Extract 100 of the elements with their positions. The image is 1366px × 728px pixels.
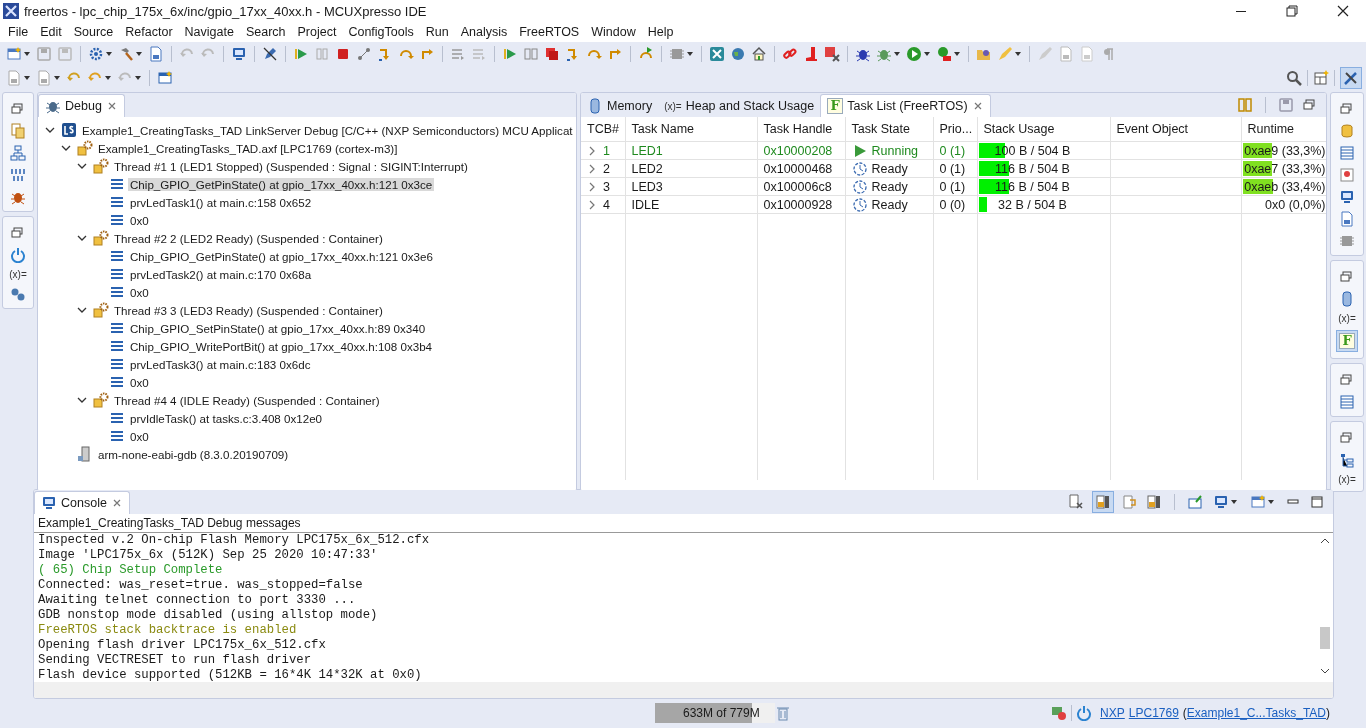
stop-icon[interactable] xyxy=(335,46,351,62)
monitor-icon[interactable] xyxy=(1339,189,1355,205)
expand-icon[interactable] xyxy=(587,180,597,193)
menu-item[interactable]: Project xyxy=(291,25,343,39)
run-tool-icon[interactable] xyxy=(936,46,952,62)
restore-icon[interactable] xyxy=(1339,269,1355,285)
menu-item[interactable]: Source xyxy=(67,25,120,39)
save-icon[interactable] xyxy=(1278,97,1294,113)
power-icon[interactable] xyxy=(1076,705,1093,721)
tree-item[interactable]: Chip_GPIO_WritePortBit() at gpio_17xx_40xx.h:108 0x3b4 xyxy=(128,339,435,353)
caret-icon[interactable] xyxy=(953,50,961,58)
menu-item[interactable]: Run xyxy=(419,25,455,39)
files-icon[interactable] xyxy=(10,123,26,139)
resume-icon[interactable] xyxy=(293,46,309,62)
word-wrap-icon[interactable] xyxy=(1122,494,1138,510)
edit-window-icon[interactable] xyxy=(157,70,173,86)
variables-icon[interactable]: (x)= xyxy=(1338,313,1356,324)
console-tab[interactable]: Console xyxy=(34,491,130,514)
x-logo-icon[interactable] xyxy=(709,46,725,62)
tree-item[interactable]: Example1_CreatingTasks_TAD LinkServer Debug [C/C++ (NXP Semiconductors) MCU Applicat xyxy=(80,123,575,137)
menu-item[interactable]: File xyxy=(2,25,35,39)
task-list-icon[interactable]: F xyxy=(1339,333,1355,349)
caret-icon[interactable] xyxy=(923,50,931,58)
horizontal-scrollbar[interactable] xyxy=(34,682,1333,698)
cylinder-icon[interactable] xyxy=(1339,123,1355,139)
column-header[interactable]: Stack Usage xyxy=(977,117,1110,142)
caret-icon[interactable] xyxy=(1267,498,1275,506)
tree-item[interactable]: Chip_GPIO_GetPinState() at gpio_17xx_40xx.h:121 0x3ce xyxy=(128,177,435,191)
perspective-icon[interactable] xyxy=(1313,70,1329,86)
tree-item[interactable]: Chip_GPIO_SetPinState() at gpio_17xx_40xx.h:89 0x340 xyxy=(128,321,428,335)
monitor-icon[interactable] xyxy=(1213,494,1229,510)
menu-item[interactable]: Analysis xyxy=(454,25,514,39)
menu-item[interactable]: FreeRTOS xyxy=(513,25,586,39)
view-tab[interactable]: Memory xyxy=(581,95,659,117)
view-tab[interactable]: (x)= Heap and Stack Usage xyxy=(658,95,821,117)
debug-tab[interactable]: Debug xyxy=(38,94,125,117)
restore-icon[interactable] xyxy=(10,101,26,117)
gear-icon[interactable] xyxy=(88,46,104,62)
globe-icon[interactable] xyxy=(730,46,746,62)
document-icon[interactable] xyxy=(1339,211,1355,227)
caret-icon[interactable] xyxy=(686,50,694,58)
step-return-icon[interactable] xyxy=(419,46,435,62)
restore-icon[interactable] xyxy=(10,225,26,241)
tree-item[interactable]: Example1_CreatingTasks_TAD.axf [LPC1769 (cortex-m3)] xyxy=(96,141,400,155)
column-header[interactable]: Event Object xyxy=(1110,117,1241,142)
caret-icon[interactable] xyxy=(1230,498,1238,506)
caret-icon[interactable] xyxy=(893,50,901,58)
caret-icon[interactable] xyxy=(134,74,142,82)
tree-item[interactable]: prvLedTask3() at main.c:183 0x6dc xyxy=(128,357,313,371)
restore-icon[interactable] xyxy=(1339,430,1355,446)
expand-icon[interactable] xyxy=(587,144,597,157)
tree-item[interactable]: Thread #3 3 (LED3 Ready) (Suspended : Container) xyxy=(112,303,385,317)
menu-item[interactable]: Help xyxy=(641,25,680,39)
hierarchy-icon[interactable] xyxy=(10,145,26,161)
tree-item[interactable]: 0x0 xyxy=(128,375,151,389)
new-window-icon[interactable] xyxy=(1250,494,1266,510)
run-icon[interactable] xyxy=(906,46,922,62)
tree-item[interactable]: Thread #1 1 (LED1 Stopped) (Suspended : Signal : SIGINT:Interrupt) xyxy=(112,159,470,173)
power-icon[interactable] xyxy=(10,247,26,263)
scroll-lock-button[interactable] xyxy=(1092,491,1114,513)
caret-icon[interactable] xyxy=(135,50,143,58)
home-icon[interactable] xyxy=(751,46,767,62)
tree-item[interactable]: 0x0 xyxy=(128,285,151,299)
notification-icon[interactable] xyxy=(1051,705,1068,721)
device-link[interactable]: LPC1769 xyxy=(1128,706,1179,720)
tree-item[interactable]: 0x0 xyxy=(128,213,151,227)
caret-icon[interactable] xyxy=(53,74,61,82)
menu-item[interactable]: Navigate xyxy=(178,25,240,39)
view-tab[interactable]: F Task List (FreeRTOS) xyxy=(820,94,991,117)
caret-icon[interactable] xyxy=(104,74,112,82)
restore-icon[interactable] xyxy=(1339,101,1355,117)
variables-icon[interactable]: (x)= xyxy=(9,269,27,280)
square-cross-icon[interactable] xyxy=(824,46,840,62)
column-header[interactable]: Prio... xyxy=(933,117,977,142)
step-return-icon[interactable] xyxy=(607,46,623,62)
project-link[interactable]: Example1_C...Tasks_TAD xyxy=(1186,706,1326,720)
tree-item[interactable]: prvIdleTask() at tasks.c:3.408 0x12e0 xyxy=(128,411,325,425)
disconnect-icon[interactable] xyxy=(356,46,372,62)
binary-file-icon[interactable] xyxy=(148,46,164,62)
stop-all-icon[interactable] xyxy=(544,46,560,62)
restore-icon[interactable] xyxy=(1339,372,1355,388)
variables-icon[interactable]: (x)= xyxy=(1338,474,1356,485)
menu-item[interactable]: Search xyxy=(239,25,292,39)
menu-item[interactable]: ConfigTools xyxy=(342,25,420,39)
tree-item[interactable]: Chip_GPIO_GetPinState() at gpio_17xx_40xx.h:121 0x3e6 xyxy=(128,249,435,263)
column-header[interactable]: TCB# xyxy=(581,117,625,142)
tree-item[interactable]: Thread #4 4 (IDLE Ready) (Suspended : Container) xyxy=(112,393,382,407)
column-header[interactable]: Task State xyxy=(845,117,933,142)
table-icon[interactable] xyxy=(1339,145,1355,161)
monitor-icon[interactable] xyxy=(231,46,247,62)
maximize-icon[interactable] xyxy=(1309,494,1325,510)
tree-item[interactable]: Thread #2 2 (LED2 Ready) (Suspended : Container) xyxy=(112,231,385,245)
resume-all-icon[interactable] xyxy=(502,46,518,62)
clear-icon[interactable] xyxy=(1068,494,1084,510)
pin-icon[interactable] xyxy=(1187,494,1203,510)
caret-icon[interactable] xyxy=(23,74,31,82)
tree-item[interactable]: arm-none-eabi-gdb (8.3.0.20190709) xyxy=(96,447,291,461)
menu-item[interactable]: Window xyxy=(585,25,642,39)
skip-breakpoints-icon[interactable] xyxy=(262,46,278,62)
breakpoints-icon[interactable] xyxy=(10,286,26,302)
